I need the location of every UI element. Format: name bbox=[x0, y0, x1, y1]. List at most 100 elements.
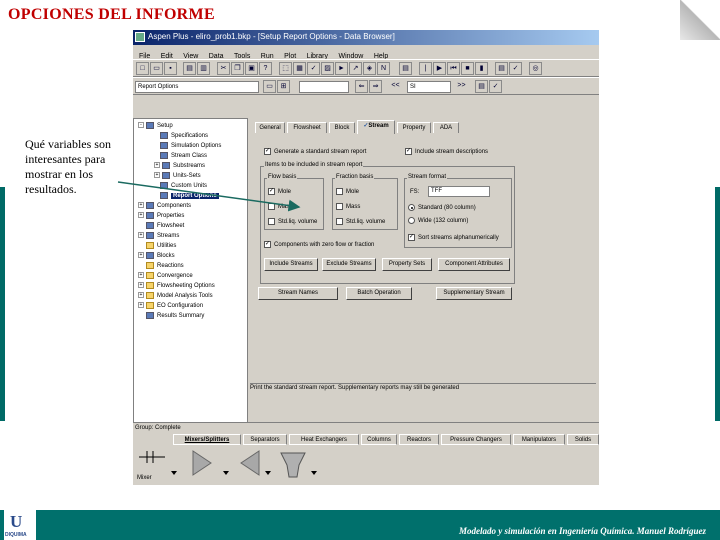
lib-tab-columns[interactable]: Columns bbox=[361, 434, 397, 445]
data-browser-icon[interactable]: ▤ bbox=[399, 62, 412, 75]
open-folder-icon[interactable]: ▭ bbox=[150, 62, 163, 75]
batch-operation-button[interactable]: Batch Operation bbox=[346, 287, 412, 300]
flow-mass-checkbox[interactable] bbox=[268, 203, 275, 210]
expand-icon[interactable]: + bbox=[138, 272, 144, 279]
flow-mass-row[interactable]: Mass bbox=[268, 203, 292, 211]
format-wide-radio[interactable] bbox=[408, 217, 415, 224]
stop-icon[interactable]: ■ bbox=[461, 62, 474, 75]
dropdown-arrow-icon[interactable] bbox=[223, 471, 229, 475]
tab-flowsheet[interactable]: Flowsheet bbox=[287, 122, 327, 133]
flow-stdvol-checkbox[interactable] bbox=[268, 218, 275, 225]
mixer-icon[interactable] bbox=[139, 451, 165, 463]
tab-ada[interactable]: ADA bbox=[433, 122, 459, 133]
help-icon[interactable]: ? bbox=[259, 62, 272, 75]
form-selector[interactable]: Report Options bbox=[135, 81, 259, 93]
tree-item[interactable]: Results Summary bbox=[146, 311, 204, 321]
lib-tab-reactors[interactable]: Reactors bbox=[399, 434, 439, 445]
property-sets-button[interactable]: Property Sets bbox=[382, 258, 432, 271]
expand-icon[interactable]: + bbox=[138, 302, 144, 309]
exclude-streams-button[interactable]: Exclude Streams bbox=[322, 258, 376, 271]
collapse-icon[interactable]: - bbox=[138, 122, 144, 129]
lib-tab-mixers[interactable]: Mixers/Splitters bbox=[173, 434, 241, 445]
flow-stdvol-row[interactable]: Std.liq. volume bbox=[268, 218, 317, 226]
results-icon[interactable]: ✓ bbox=[509, 62, 522, 75]
flow-mole-row[interactable]: ✓ Mole bbox=[268, 188, 291, 196]
lib-tab-pressure-changers[interactable]: Pressure Changers bbox=[441, 434, 511, 445]
format-standard-radio[interactable] bbox=[408, 204, 415, 211]
separator-vessel-icon[interactable] bbox=[280, 452, 306, 478]
tree-item[interactable]: + Units-Sets bbox=[154, 171, 201, 181]
dropdown-arrow-icon[interactable] bbox=[171, 471, 177, 475]
section-selector[interactable] bbox=[299, 81, 349, 93]
zero-flow-checkbox[interactable]: ✓ bbox=[264, 241, 271, 248]
sort-streams-row[interactable]: ✓ Sort streams alphanumerically bbox=[408, 234, 499, 242]
flowsheet-icon[interactable]: ⬚ bbox=[279, 62, 292, 75]
fs-format-select[interactable]: TFF bbox=[428, 186, 490, 197]
tab-general[interactable]: General bbox=[255, 122, 285, 133]
lib-tab-manipulators[interactable]: Manipulators bbox=[513, 434, 565, 445]
tree-item[interactable]: + Properties bbox=[138, 211, 184, 221]
back-arrow-icon[interactable]: ⇐ bbox=[355, 80, 368, 93]
expand-icon[interactable]: + bbox=[138, 232, 144, 239]
units-selector[interactable]: SI bbox=[407, 81, 451, 93]
units-icon[interactable]: ⊞ bbox=[277, 80, 290, 93]
lib-tab-solids[interactable]: Solids bbox=[567, 434, 599, 445]
save-icon[interactable]: ▪ bbox=[164, 62, 177, 75]
run-start-icon[interactable]: | bbox=[419, 62, 432, 75]
stream-names-button[interactable]: Stream Names bbox=[258, 287, 338, 300]
tab-block[interactable]: Block bbox=[329, 122, 355, 133]
flow-mole-checkbox[interactable]: ✓ bbox=[268, 188, 275, 195]
frac-mass-row[interactable]: Mass bbox=[336, 203, 360, 211]
tree-item[interactable]: Stream Class bbox=[160, 151, 207, 161]
paste-icon[interactable]: ▣ bbox=[245, 62, 258, 75]
tree-item[interactable]: + Streams bbox=[138, 231, 179, 241]
zero-flow-row[interactable]: ✓ Components with zero flow or fraction bbox=[264, 241, 374, 249]
model-icon[interactable]: ◈ bbox=[363, 62, 376, 75]
dropdown-arrow-icon[interactable] bbox=[265, 471, 271, 475]
tree-item-report-options[interactable]: Report Options bbox=[160, 191, 219, 201]
plot-icon[interactable]: ▨ bbox=[321, 62, 334, 75]
dropdown-arrow-icon[interactable] bbox=[311, 471, 317, 475]
tree-item[interactable]: + Flowsheeting Options bbox=[138, 281, 215, 291]
expand-icon[interactable]: + bbox=[154, 162, 160, 169]
frac-mole-row[interactable]: Mole bbox=[336, 188, 359, 196]
tree-item[interactable]: Utilities bbox=[146, 241, 176, 251]
status-icon[interactable]: ✓ bbox=[489, 80, 502, 93]
forward-arrow-icon[interactable]: ⇒ bbox=[369, 80, 382, 93]
lib-tab-heat-exchangers[interactable]: Heat Exchangers bbox=[289, 434, 359, 445]
frac-stdvol-row[interactable]: Std.liq. volume bbox=[336, 218, 385, 226]
expand-icon[interactable]: + bbox=[154, 172, 160, 179]
tree-item[interactable]: + Substreams bbox=[154, 161, 205, 171]
tree-item[interactable]: + Components bbox=[138, 201, 191, 211]
expand-icon[interactable]: + bbox=[138, 292, 144, 299]
check-icon[interactable]: ✓ bbox=[307, 62, 320, 75]
expand-icon[interactable]: + bbox=[138, 252, 144, 259]
stream-icon[interactable]: ↗ bbox=[349, 62, 362, 75]
sort-streams-checkbox[interactable]: ✓ bbox=[408, 234, 415, 241]
prev-icon[interactable]: << bbox=[389, 80, 402, 93]
fsplit-icon[interactable] bbox=[192, 450, 212, 476]
cut-icon[interactable]: ✂ bbox=[217, 62, 230, 75]
tree-item[interactable]: Specifications bbox=[160, 131, 208, 141]
tree-item[interactable]: Simulation Options bbox=[160, 141, 221, 151]
frac-mass-checkbox[interactable] bbox=[336, 203, 343, 210]
include-descriptions-checkbox[interactable]: ✓ bbox=[405, 148, 412, 155]
include-streams-button[interactable]: Include Streams bbox=[264, 258, 318, 271]
expand-icon[interactable]: + bbox=[138, 212, 144, 219]
ssplit-icon[interactable] bbox=[240, 450, 260, 476]
tab-property[interactable]: Property bbox=[397, 122, 431, 133]
tab-stream[interactable]: ✓Stream bbox=[357, 120, 395, 134]
folder-up-icon[interactable]: ▭ bbox=[263, 80, 276, 93]
tree-item[interactable]: + EO Configuration bbox=[138, 301, 203, 311]
print-icon[interactable]: ▤ bbox=[183, 62, 196, 75]
next-page-icon[interactable]: >> bbox=[455, 80, 468, 93]
frac-mole-checkbox[interactable] bbox=[336, 188, 343, 195]
run-step-icon[interactable]: ▶ bbox=[433, 62, 446, 75]
tree-item[interactable]: + Blocks bbox=[138, 251, 175, 261]
notes-icon[interactable]: ▤ bbox=[475, 80, 488, 93]
tree-item[interactable]: + Convergence bbox=[138, 271, 193, 281]
format-wide-row[interactable]: Wide (132 column) bbox=[408, 217, 468, 225]
expand-icon[interactable]: + bbox=[138, 282, 144, 289]
frac-stdvol-checkbox[interactable] bbox=[336, 218, 343, 225]
component-attributes-button[interactable]: Component Attributes bbox=[438, 258, 510, 271]
